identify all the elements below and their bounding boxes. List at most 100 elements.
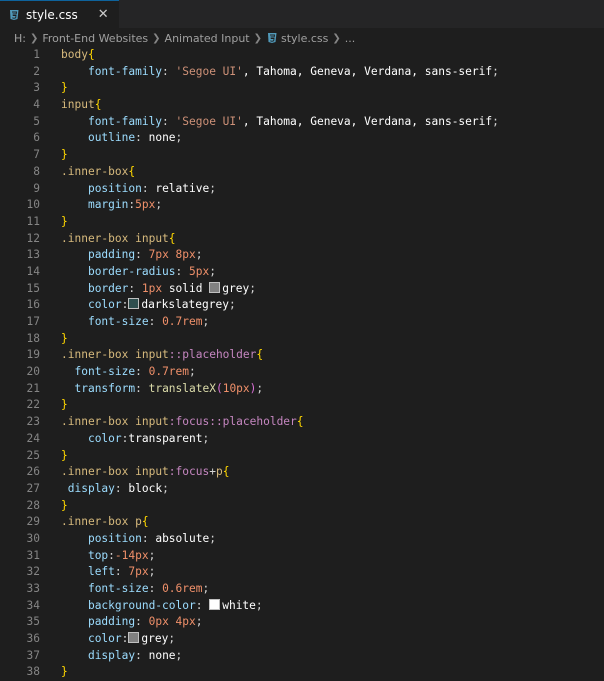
code-line[interactable]: 35 padding: 0px 4px; [0,614,604,631]
code-line[interactable]: 9 position: relative; [0,181,604,198]
code-text: } [61,397,68,414]
code-editor[interactable]: 1 body{2 font-family: 'Segoe UI', Tahoma,… [0,47,604,681]
code-line[interactable]: 15 border: 1px solid grey; [0,281,604,298]
code-line[interactable]: 1 body{ [0,47,604,64]
code-line[interactable]: 30 position: absolute; [0,531,604,548]
line-number: 10 [26,198,40,212]
color-swatch-icon[interactable] [209,281,221,293]
code-token: } [61,331,68,345]
code-line[interactable]: 10 margin:5px; [0,197,604,214]
code-token: .inner-box [61,465,129,479]
code-line[interactable]: 27 display: block; [0,481,604,498]
color-swatch-icon[interactable] [209,598,221,610]
code-line[interactable]: 25} [0,448,604,465]
code-text: .inner-box input{ [61,231,176,248]
code-token: border-radius [87,264,176,278]
code-line[interactable]: 17 font-size: 0.7rem; [0,314,604,331]
tab-style-css[interactable]: style.css ✕ [0,0,119,28]
code-token: .inner-box [61,164,129,178]
code-token: border [87,281,129,295]
code-line[interactable]: 19 .inner-box input::placeholder{ [0,347,604,364]
code-line[interactable]: 6 outline: none; [0,130,604,147]
code-text: top:-14px; [61,548,155,565]
code-token: position [87,181,142,195]
code-token: 7px 8px [148,248,196,262]
code-token: block [128,481,163,495]
breadcrumb-item-subfolder[interactable]: Animated Input [165,32,250,45]
line-number: 29 [26,515,40,529]
code-text: padding: 7px 8px; [61,247,203,264]
code-line[interactable]: 23 .inner-box input:focus::placeholder{ [0,414,604,431]
code-line[interactable]: 26 .inner-box input:focus+p{ [0,464,604,481]
code-text: .inner-box input:focus+p{ [61,464,229,481]
code-text: font-family: 'Segoe UI', Tahoma, Geneva,… [61,64,499,81]
code-token: ; [492,114,499,128]
code-text: } [61,331,68,348]
code-line[interactable]: 34 background-color: white; [0,598,604,615]
breadcrumb-item-folder[interactable]: Front-End Websites [42,32,148,45]
code-token: color [87,298,122,312]
code-token: position [87,531,142,545]
code-line[interactable]: 32 left: 7px; [0,564,604,581]
line-number: 35 [26,615,40,629]
code-text: border-radius: 5px; [61,264,216,281]
code-line[interactable]: 31 top:-14px; [0,548,604,565]
code-token: grey [141,632,169,646]
code-token: p [135,515,142,529]
color-swatch-icon[interactable] [128,298,140,310]
code-line[interactable]: 29 .inner-box p{ [0,514,604,531]
close-icon[interactable]: ✕ [84,7,109,22]
code-line[interactable]: 22} [0,397,604,414]
line-number: 37 [26,648,40,662]
code-token: ; [256,381,264,395]
code-token: left [87,565,115,579]
code-line[interactable]: 8 .inner-box{ [0,164,604,181]
code-text: body{ [61,47,95,64]
code-line[interactable]: 11} [0,214,604,231]
code-token: } [61,81,68,95]
code-token: -14px [114,548,149,562]
code-token: 0.6rem [162,582,203,595]
code-line[interactable]: 2 font-family: 'Segoe UI', Tahoma, Genev… [0,64,604,81]
code-line[interactable]: 5 font-family: 'Segoe UI', Tahoma, Genev… [0,114,604,131]
css-file-icon [266,32,278,44]
code-token: ( [215,381,223,395]
code-token: } [61,148,68,162]
code-line[interactable]: 37 display: none; [0,648,604,665]
code-line[interactable]: 36 color: grey; [0,631,604,648]
code-line[interactable]: 16 color: darkslategrey; [0,297,604,314]
breadcrumb-item-symbol[interactable]: ... [345,32,356,45]
code-token: : [141,181,156,195]
code-line[interactable]: 38} [0,664,604,681]
breadcrumb-item-drive[interactable]: H: [14,32,26,45]
code-line[interactable]: 12 .inner-box input{ [0,231,604,248]
color-swatch-icon[interactable] [128,632,140,644]
code-line[interactable]: 3} [0,80,604,97]
code-line[interactable]: 13 padding: 7px 8px; [0,247,604,264]
code-line[interactable]: 20 font-size: 0.7rem; [0,364,604,381]
code-token: ; [249,281,256,295]
code-line[interactable]: 33 font-size: 0.6rem; [0,581,604,598]
code-token: ; [209,181,216,195]
code-line[interactable]: 28} [0,498,604,515]
code-line[interactable]: 24 color:transparent; [0,431,604,448]
line-number: 21 [26,381,40,395]
line-number: 1 [33,48,40,61]
code-token: font-size [87,315,149,328]
code-token: .inner-box [61,348,129,362]
code-line[interactable]: 14 border-radius: 5px; [0,264,604,281]
code-token: { [222,465,230,479]
code-line[interactable]: 7} [0,147,604,164]
code-token: margin [87,198,129,212]
code-line[interactable]: 21 transform: translateX(10px); [0,381,604,398]
code-token: display [67,481,115,495]
code-line[interactable]: 18} [0,331,604,348]
code-line[interactable]: 4 input{ [0,97,604,114]
breadcrumb-item-file[interactable]: style.css [281,32,328,45]
code-token: 1px [141,281,163,295]
